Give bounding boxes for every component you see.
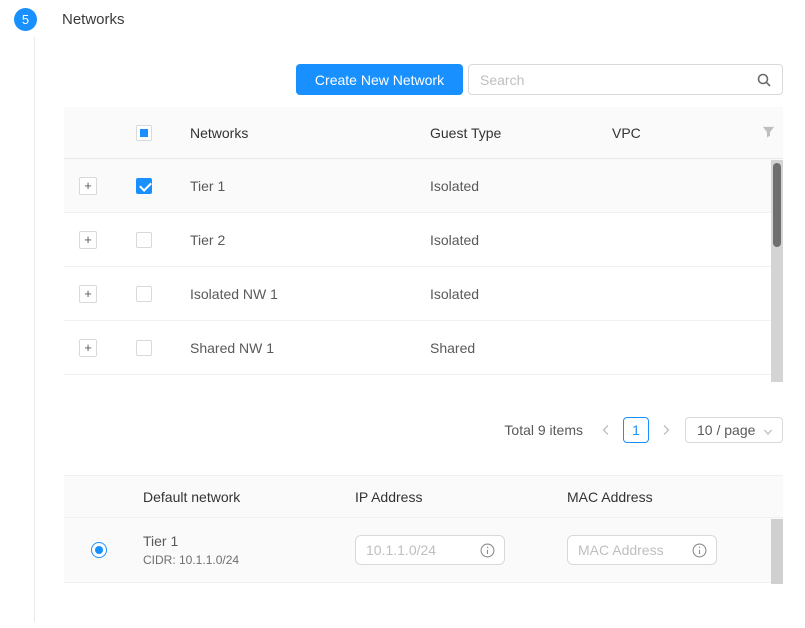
table-scrollbar-thumb[interactable] <box>773 163 781 247</box>
table-row[interactable]: + Shared NW 1 Shared <box>64 321 783 375</box>
table-row[interactable]: + Isolated NW 1 Isolated <box>64 267 783 321</box>
step-title: Networks <box>62 11 125 28</box>
toolbar: Create New Network <box>64 64 783 95</box>
chevron-down-icon <box>763 427 773 437</box>
page-number-button[interactable]: 1 <box>623 417 649 443</box>
mac-address-field[interactable] <box>567 535 717 565</box>
table-row[interactable]: + Tier 1 Isolated <box>64 159 783 213</box>
create-new-network-button[interactable]: Create New Network <box>296 64 463 95</box>
guest-type-value: Isolated <box>430 232 612 248</box>
network-name: Isolated NW 1 <box>176 286 430 302</box>
networks-step-page: 5 Networks Create New Network Networks G… <box>0 0 805 628</box>
guest-type-value: Shared <box>430 340 612 356</box>
row-checkbox[interactable] <box>136 286 152 302</box>
filter-cell <box>754 126 783 139</box>
default-network-table: Default network IP Address MAC Address T… <box>64 475 783 583</box>
default-network-name: Tier 1 <box>143 533 355 549</box>
page-size-select[interactable]: 10 / page <box>685 417 783 443</box>
step-connector-line <box>34 37 35 622</box>
select-all-cell <box>120 125 176 141</box>
row-checkbox[interactable] <box>136 178 152 194</box>
expand-row-button[interactable]: + <box>79 339 97 357</box>
step-content: Create New Network Networks Guest Type V… <box>64 64 783 628</box>
chevron-right-icon <box>661 424 671 436</box>
row-checkbox[interactable] <box>136 232 152 248</box>
next-page-button[interactable] <box>657 417 675 443</box>
table-scrollbar-track[interactable] <box>771 160 783 382</box>
mac-address-column-header: MAC Address <box>567 489 783 505</box>
expand-row-button[interactable]: + <box>79 285 97 303</box>
default-network-cidr: CIDR: 10.1.1.0/24 <box>143 553 355 567</box>
chevron-left-icon <box>601 424 611 436</box>
network-name: Tier 1 <box>176 178 430 194</box>
default-network-row[interactable]: Tier 1 CIDR: 10.1.1.0/24 <box>64 518 783 583</box>
pagination: Total 9 items 1 10 / page <box>504 417 783 443</box>
step-number-badge: 5 <box>14 8 37 31</box>
ip-address-column-header: IP Address <box>355 489 567 505</box>
ip-address-input[interactable] <box>366 537 474 563</box>
networks-column-header: Networks <box>176 125 430 141</box>
networks-table-header: Networks Guest Type VPC <box>64 107 783 159</box>
info-icon[interactable] <box>692 543 707 558</box>
guest-type-value: Isolated <box>430 178 612 194</box>
row-checkbox[interactable] <box>136 340 152 356</box>
default-network-column-header: Default network <box>143 489 355 505</box>
search-input[interactable] <box>480 66 750 93</box>
info-icon[interactable] <box>480 543 495 558</box>
table-scrollbar-track[interactable] <box>771 519 783 584</box>
search-box[interactable] <box>468 64 783 95</box>
default-network-radio[interactable] <box>91 542 107 558</box>
previous-page-button[interactable] <box>597 417 615 443</box>
guest-type-column-header: Guest Type <box>430 125 612 141</box>
select-all-checkbox[interactable] <box>136 125 152 141</box>
search-icon <box>756 72 772 88</box>
ip-address-field[interactable] <box>355 535 505 565</box>
mac-address-input[interactable] <box>578 537 686 563</box>
guest-type-value: Isolated <box>430 286 612 302</box>
step-number: 5 <box>22 12 29 27</box>
vpc-column-header: VPC <box>612 125 754 141</box>
default-network-table-header: Default network IP Address MAC Address <box>64 475 783 518</box>
page-size-value: 10 / page <box>697 422 755 438</box>
pagination-total: Total 9 items <box>504 422 583 438</box>
table-row[interactable]: + Tier 2 Isolated <box>64 213 783 267</box>
filter-icon[interactable] <box>762 126 775 139</box>
network-name: Tier 2 <box>176 232 430 248</box>
network-name: Shared NW 1 <box>176 340 430 356</box>
expand-row-button[interactable]: + <box>79 177 97 195</box>
networks-table: Networks Guest Type VPC + Tier 1 Isolate… <box>64 107 783 375</box>
expand-row-button[interactable]: + <box>79 231 97 249</box>
